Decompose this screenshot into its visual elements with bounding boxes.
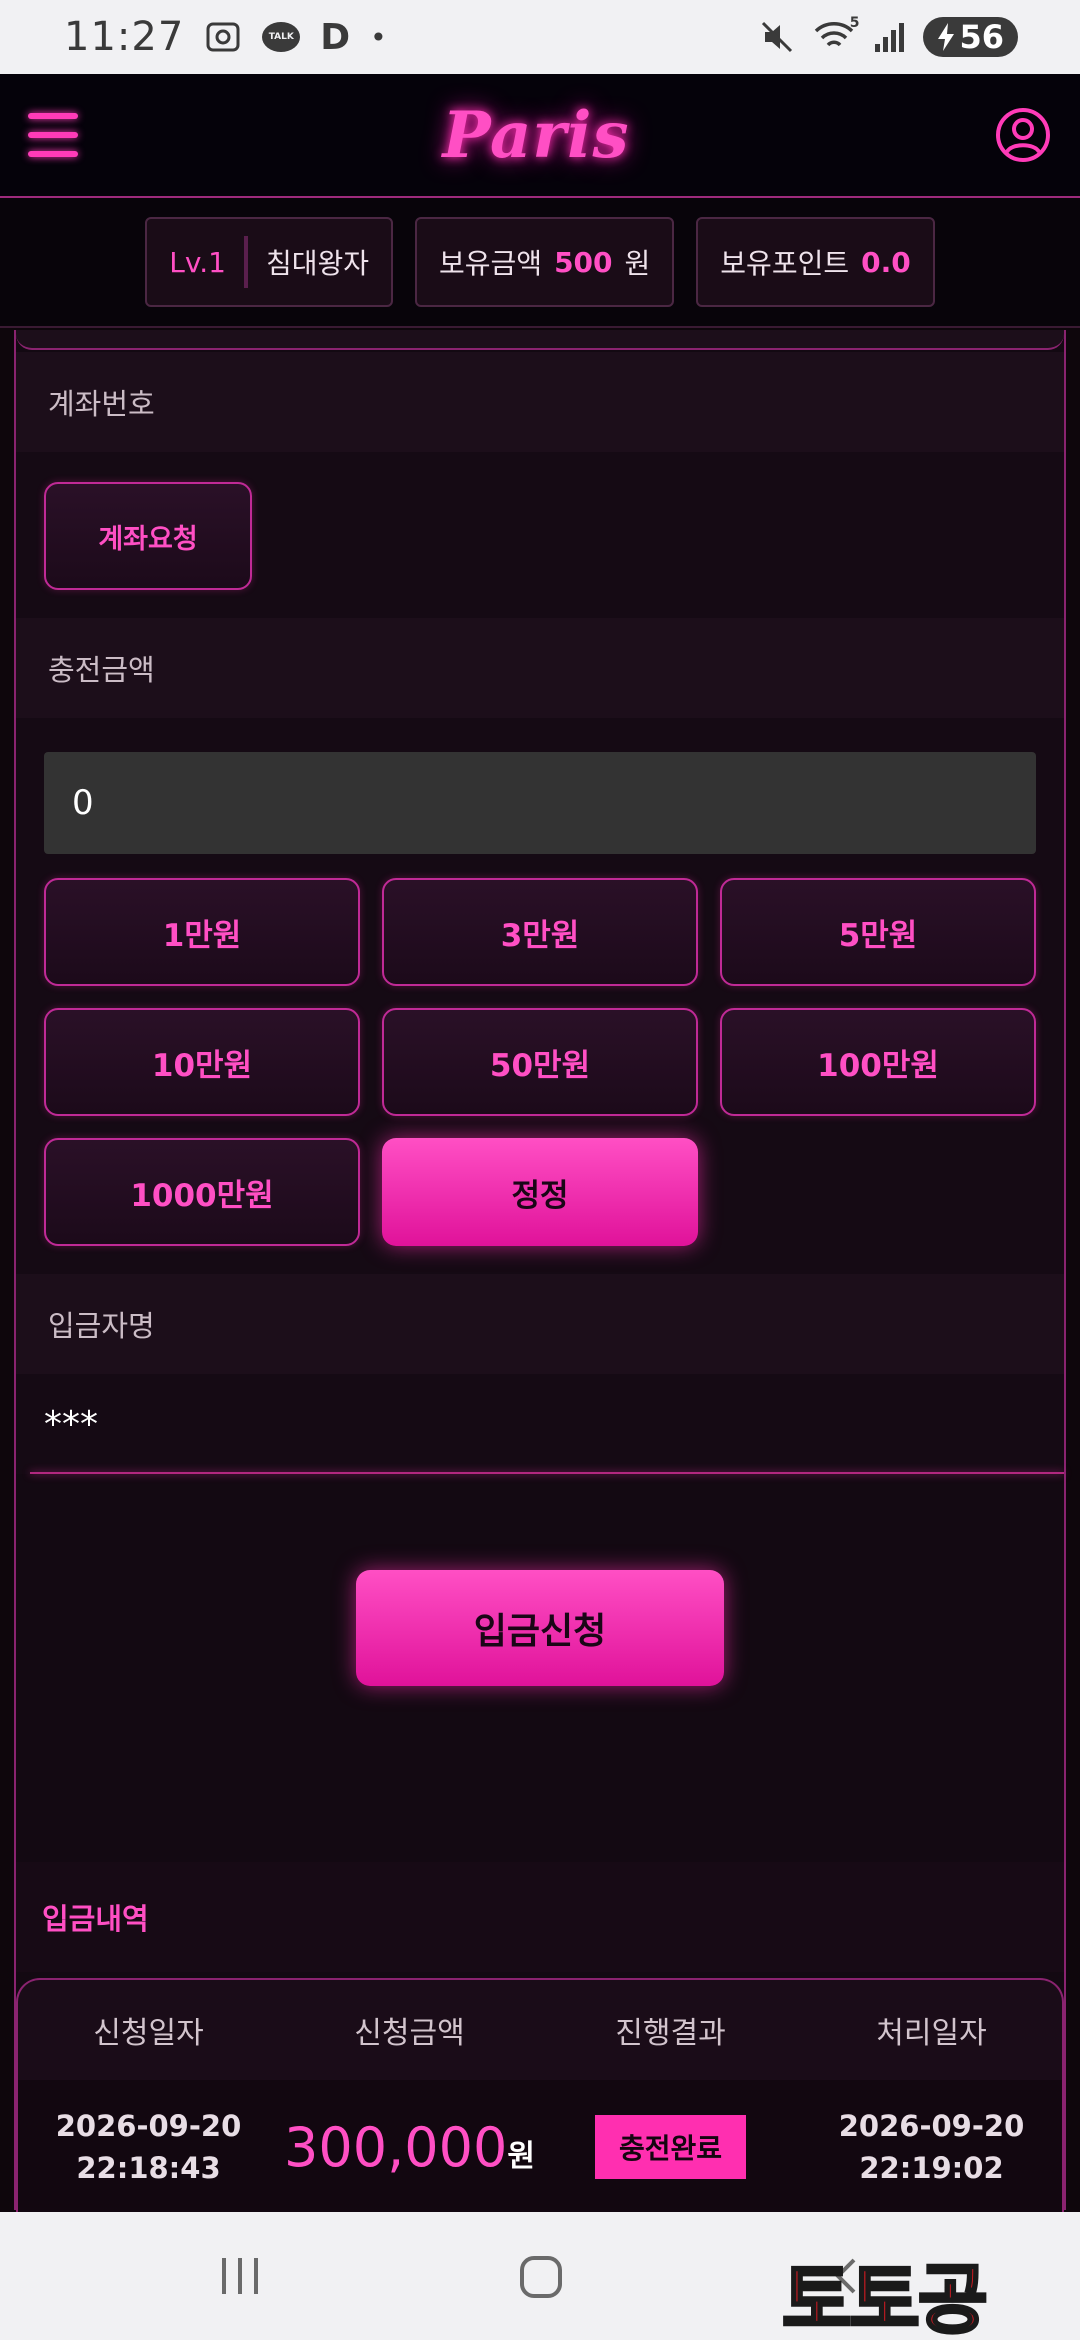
app-header: Paris [0,74,1080,198]
user-profile-icon[interactable] [994,106,1052,164]
depositor-underline [30,1472,1064,1474]
history-title: 입금내역 [42,1902,149,1936]
depositor-name-field[interactable]: *** [44,1404,98,1445]
balance-chip: 보유금액 500 원 [415,217,675,307]
amount-button-100k[interactable]: 10만원 [44,1008,360,1116]
history-header-row: 입금내역 [16,1862,1064,1972]
points-value: 0.0 [861,245,911,279]
menu-icon[interactable] [28,113,78,157]
processed-date-cell: 2026-09-20 22:19:02 [801,2105,1062,2189]
request-amount: 300,000 [284,2115,508,2179]
account-label-row: 계좌번호 [16,352,1064,452]
amount-button-10k[interactable]: 1만원 [44,878,360,986]
points-chip: 보유포인트 0.0 [696,217,935,307]
amount-button-500k[interactable]: 50만원 [382,1008,698,1116]
status-time: 11:27 [64,14,185,60]
request-time: 22:18:43 [76,2151,221,2185]
status-letter: D [320,16,351,58]
column-header: 진행결과 [615,2016,726,2051]
depositor-label: 입금자명 [48,1309,155,1343]
column-header: 처리일자 [876,2016,987,2051]
amount-button-50k[interactable]: 5만원 [720,878,1036,986]
watermark-text: 토토공 [781,2254,990,2340]
kakaotalk-icon: TALK [262,22,301,52]
request-date: 2026-09-20 [55,2109,242,2143]
battery-level: 56 [959,18,1004,56]
user-level: Lv.1 [169,245,226,279]
battery-indicator: 56 [923,17,1018,57]
amount-button-10m[interactable]: 1000만원 [44,1138,360,1246]
notification-dot-icon: • [370,20,387,54]
depositor-content-row [16,1374,1064,1474]
amount-input[interactable]: 0 [44,752,1036,854]
column-header: 신청일자 [93,2016,204,2051]
level-chip: Lv.1 침대왕자 [145,217,394,307]
recent-apps-icon[interactable] [218,2254,262,2298]
processed-date: 2026-09-20 [838,2109,1025,2143]
amount-button-30k[interactable]: 3만원 [382,878,698,986]
mute-icon [759,19,795,55]
processed-time: 22:19:02 [859,2151,1004,2185]
wifi-icon: 5 [813,15,859,55]
wifi-band-label: 5 [849,15,860,31]
amount-unit: 원 [507,2138,535,2174]
reset-button[interactable]: 정정 [382,1138,698,1246]
charging-bolt-icon [938,23,955,51]
signal-icon [873,20,905,54]
site-logo[interactable]: Paris [443,98,630,173]
deposit-history-table: 신청일자 신청금액 진행결과 처리일자 2026-09-20 22:18:43 … [16,1978,1064,2212]
home-icon[interactable] [518,2254,564,2300]
table-header: 신청일자 신청금액 진행결과 처리일자 [18,1980,1062,2080]
column-header: 신청금액 [354,2016,465,2051]
status-cell: 충전완료 [540,2115,801,2179]
account-label: 계좌번호 [48,387,155,421]
panel-top-edge [16,330,1064,350]
user-info-bar: Lv.1 침대왕자 보유금액 500 원 보유포인트 0.0 [0,198,1080,328]
balance-label: 보유금액 [439,247,543,280]
amount-label: 충전금액 [48,653,155,687]
table-row: 2026-09-20 22:18:43 300,000원 충전완료 2026-0… [18,2080,1062,2212]
depositor-label-row: 입금자명 [16,1274,1064,1374]
balance-unit: 원 [624,247,651,280]
screenshot-icon [204,18,242,56]
deposit-submit-button[interactable]: 입금신청 [356,1570,724,1686]
user-nickname: 침대왕자 [265,247,370,280]
amount-button-1m[interactable]: 100만원 [720,1008,1036,1116]
balance-value: 500 [554,245,613,279]
amount-label-row: 충전금액 [16,618,1064,718]
request-date-cell: 2026-09-20 22:18:43 [18,2105,279,2189]
amount-cell: 300,000원 [279,2116,540,2179]
status-badge: 충전완료 [594,2115,747,2179]
points-label: 보유포인트 [720,247,850,280]
account-request-button[interactable]: 계좌요청 [44,482,252,590]
status-bar: 11:27 TALK D • 5 56 [0,0,1080,74]
